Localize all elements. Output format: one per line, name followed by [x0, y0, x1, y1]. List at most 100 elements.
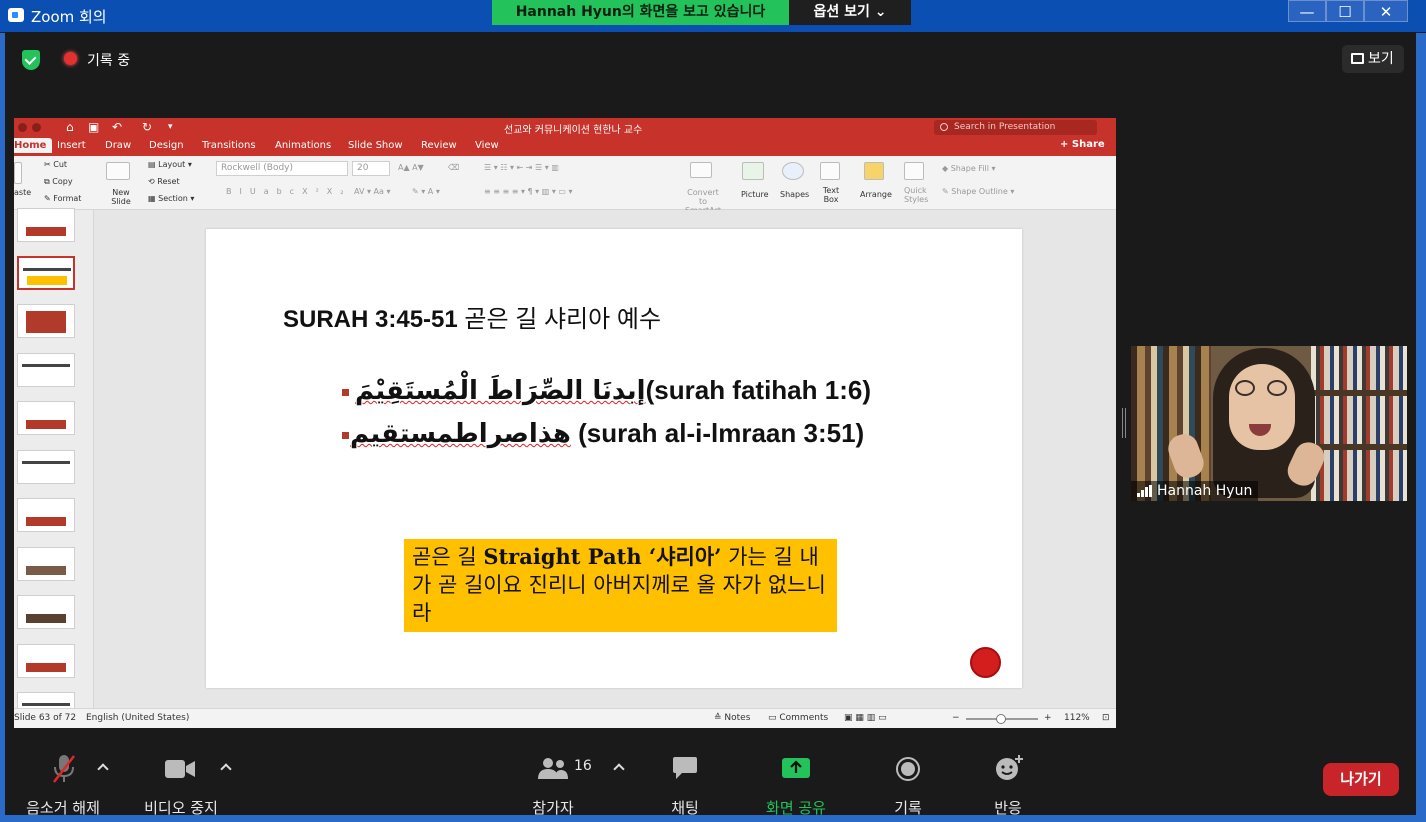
zoom-level[interactable]: 112%: [1064, 713, 1090, 723]
picture-icon[interactable]: [742, 162, 764, 180]
zoom-slider[interactable]: [966, 714, 1038, 724]
close-button[interactable]: ✕: [1364, 0, 1408, 22]
comments-button[interactable]: ▭ Comments: [768, 713, 828, 723]
share-screen-button[interactable]: 화면 공유: [761, 797, 831, 818]
slide-thumbnail[interactable]: [17, 208, 75, 242]
tab-animations[interactable]: Animations: [275, 140, 331, 151]
quick-styles-button[interactable]: Quick Styles: [904, 186, 928, 204]
record-button[interactable]: 기록: [891, 797, 925, 818]
muted-microphone-icon[interactable]: [53, 754, 75, 784]
participants-icon[interactable]: [537, 756, 569, 780]
slide-thumbnail[interactable]: [17, 595, 75, 629]
share-screen-icon[interactable]: [781, 757, 811, 779]
shapes-icon[interactable]: [782, 162, 804, 180]
section-button[interactable]: ▦ Section ▾: [148, 194, 194, 203]
paste-button[interactable]: aste: [14, 188, 31, 197]
view-mode-icons[interactable]: ▣ ▦ ▥ ▭: [844, 713, 887, 723]
fit-to-window-icon[interactable]: ⊡: [1102, 713, 1110, 723]
tab-design[interactable]: Design: [149, 140, 184, 151]
new-slide-button[interactable]: New Slide: [110, 188, 132, 206]
ppt-status-bar: Slide 63 of 72 English (United States) ≙…: [14, 708, 1116, 728]
slide[interactable]: SURAH 3:45-51 곧은 길 샤리아 예수 إبدنَا الصِّرَ…: [206, 229, 1022, 688]
video-options-chevron-icon[interactable]: [220, 763, 232, 775]
screen-share-banner: Hannah Hyun의 화면을 보고 있습니다: [492, 0, 789, 25]
cut-button[interactable]: ✂ Cut: [44, 160, 67, 169]
align-icons[interactable]: ≡ ≡ ≡ ≡ ▾ ¶ ▾ ▥ ▾ ▭ ▾: [484, 187, 573, 196]
reactions-button[interactable]: 반응: [990, 797, 1026, 818]
ppt-search-input[interactable]: Search in Presentation: [934, 120, 1097, 135]
save-icon[interactable]: ▣: [88, 120, 99, 134]
slide-thumbnails: [14, 208, 94, 726]
leave-meeting-button[interactable]: 나가기: [1323, 763, 1399, 796]
view-button[interactable]: 보기: [1342, 45, 1404, 73]
customize-icon[interactable]: ▾: [168, 122, 173, 132]
clear-format-icon[interactable]: ⌫: [448, 163, 459, 172]
text-box-icon[interactable]: [820, 162, 840, 180]
shapes-button[interactable]: Shapes: [780, 190, 809, 199]
minimize-dot-icon[interactable]: [32, 123, 41, 132]
text-style-icons[interactable]: BIUabcX²X₂: [226, 187, 351, 196]
video-camera-icon[interactable]: [164, 758, 196, 780]
tab-insert[interactable]: Insert: [57, 140, 86, 151]
minimize-button[interactable]: —: [1288, 0, 1326, 22]
shape-outline-button[interactable]: ✎ Shape Outline ▾: [942, 187, 1014, 196]
slide-thumbnail[interactable]: [17, 450, 75, 484]
tab-home[interactable]: Home: [14, 138, 53, 153]
chat-icon[interactable]: [672, 756, 698, 780]
chat-button[interactable]: 채팅: [665, 797, 705, 818]
unmute-button[interactable]: 음소거 해제: [25, 797, 101, 818]
char-spacing-icon[interactable]: AV ▾ Aa ▾: [354, 187, 390, 196]
arrange-icon[interactable]: [864, 162, 884, 180]
audio-options-chevron-icon[interactable]: [97, 763, 109, 775]
copy-button[interactable]: ⧉ Copy: [44, 177, 73, 187]
close-dot-icon[interactable]: [18, 123, 27, 132]
arrange-button[interactable]: Arrange: [860, 190, 892, 199]
zoom-in-icon[interactable]: +: [1044, 713, 1052, 723]
participants-button[interactable]: 참가자: [528, 797, 578, 818]
smartart-icon[interactable]: [690, 162, 712, 178]
notes-button[interactable]: ≙ Notes: [714, 713, 750, 723]
reset-button[interactable]: ⟲ Reset: [148, 177, 180, 186]
slide-thumbnail[interactable]: [17, 498, 75, 532]
tab-transitions[interactable]: Transitions: [202, 140, 256, 151]
zoom-out-icon[interactable]: −: [952, 713, 960, 723]
panel-resize-handle[interactable]: [1122, 408, 1126, 438]
slide-thumbnail-selected[interactable]: [17, 256, 75, 290]
increase-font-icon[interactable]: A▲ A▼: [398, 163, 424, 172]
language-status[interactable]: English (United States): [86, 713, 189, 723]
reactions-icon[interactable]: [994, 754, 1024, 782]
redo-icon[interactable]: ↻: [142, 120, 152, 134]
quick-styles-icon[interactable]: [904, 162, 924, 180]
shape-fill-button[interactable]: ◆ Shape Fill ▾: [942, 164, 996, 173]
text-box-button[interactable]: Text Box: [820, 186, 842, 204]
participant-count: 16: [574, 758, 592, 774]
slide-thumbnail[interactable]: [17, 304, 75, 338]
font-name-select[interactable]: Rockwell (Body): [216, 161, 348, 176]
bullets-icon[interactable]: ☰ ▾ ☷ ▾ ⇤ ⇥ ☰ ▾ ▥: [484, 163, 559, 172]
security-shield-icon[interactable]: [22, 50, 40, 70]
ppt-share-button[interactable]: + Share: [1060, 139, 1105, 150]
slide-thumbnail[interactable]: [17, 547, 75, 581]
format-painter-button[interactable]: ✎ Format: [44, 194, 81, 203]
font-size-select[interactable]: 20: [352, 161, 390, 176]
view-options-button[interactable]: 옵션 보기 ⌄: [789, 0, 911, 25]
participant-video[interactable]: Hannah Hyun: [1131, 346, 1407, 501]
stop-video-button[interactable]: 비디오 중지: [140, 797, 222, 818]
picture-button[interactable]: Picture: [741, 190, 769, 199]
participants-options-chevron-icon[interactable]: [613, 763, 625, 775]
new-slide-icon[interactable]: [106, 162, 130, 180]
slide-thumbnail[interactable]: [17, 401, 75, 435]
undo-icon[interactable]: ↶: [112, 120, 122, 134]
tab-view[interactable]: View: [475, 140, 499, 151]
tab-draw[interactable]: Draw: [105, 140, 131, 151]
maximize-button[interactable]: ☐: [1326, 0, 1364, 22]
record-icon[interactable]: [895, 756, 921, 782]
tab-slide-show[interactable]: Slide Show: [348, 140, 403, 151]
paste-icon[interactable]: [14, 162, 22, 184]
layout-button[interactable]: ▤ Layout ▾: [148, 160, 192, 169]
tab-review[interactable]: Review: [421, 140, 457, 151]
highlight-icon[interactable]: ✎ ▾ A ▾: [412, 187, 440, 196]
home-icon[interactable]: ⌂: [66, 120, 74, 134]
slide-thumbnail[interactable]: [17, 353, 75, 387]
slide-thumbnail[interactable]: [17, 644, 75, 678]
